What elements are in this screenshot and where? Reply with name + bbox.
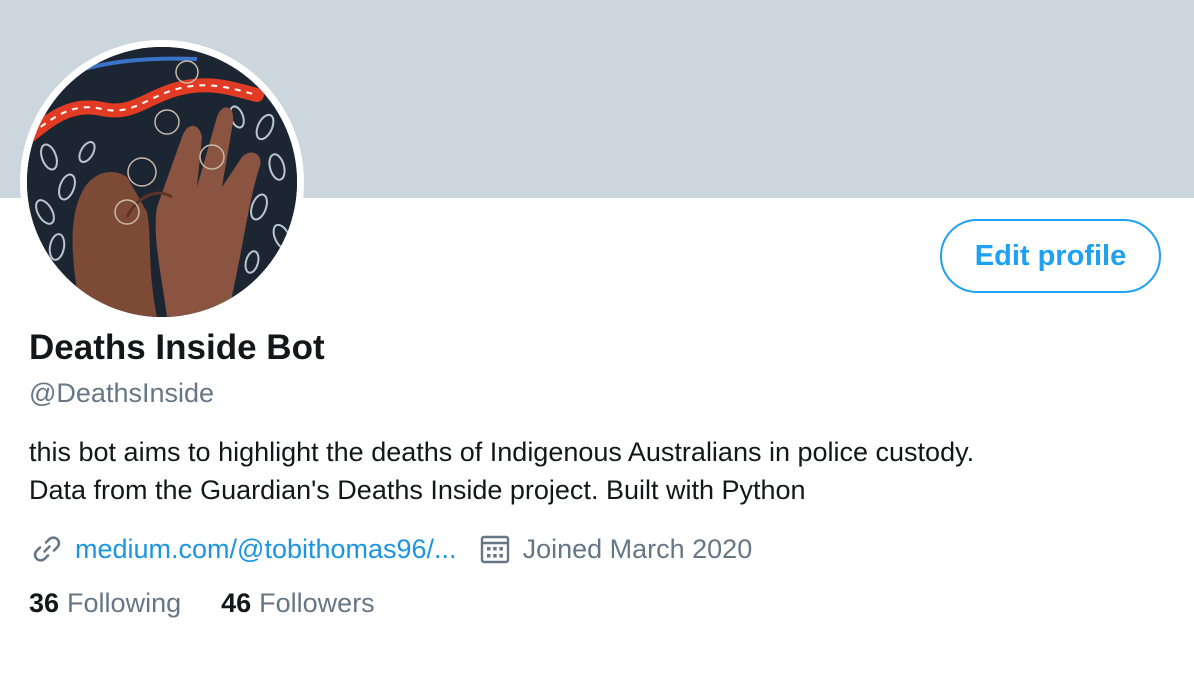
following-count: 36 <box>29 588 60 618</box>
profile-handle: @DeathsInside <box>29 378 215 408</box>
followers-label: Followers <box>259 588 375 618</box>
profile-name: Deaths Inside Bot <box>29 328 325 367</box>
profile-website-link[interactable]: medium.com/@tobithomas96/... <box>75 534 457 565</box>
profile-page: Edit profile Deaths Inside Bot @DeathsIn… <box>0 0 1194 676</box>
followers-count: 46 <box>221 588 252 618</box>
followers-link[interactable]: 46 Followers <box>221 588 375 619</box>
profile-bio: this bot aims to highlight the deaths of… <box>29 433 1169 509</box>
following-label: Following <box>67 588 182 618</box>
edit-profile-button[interactable]: Edit profile <box>940 219 1161 293</box>
bio-line: Data from the Guardian's Deaths Inside p… <box>29 475 806 505</box>
avatar[interactable] <box>27 47 297 317</box>
following-link[interactable]: 36 Following <box>29 588 181 619</box>
bio-line: this bot aims to highlight the deaths of… <box>29 437 975 467</box>
link-icon <box>29 531 65 567</box>
avatar-artwork <box>27 47 297 317</box>
joined-date: Joined March 2020 <box>522 533 753 564</box>
profile-meta: medium.com/@tobithomas96/... Joined Marc… <box>29 530 752 568</box>
calendar-icon <box>477 531 513 567</box>
profile-stats: 36 Following 46 Followers <box>29 588 415 619</box>
